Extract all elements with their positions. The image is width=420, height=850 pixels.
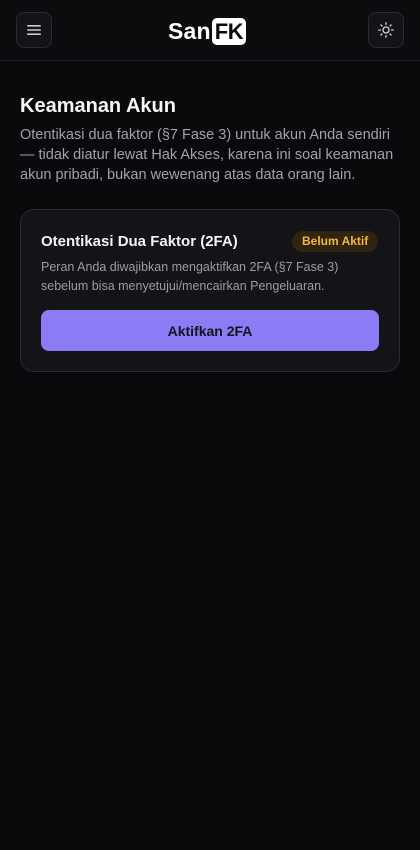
- logo-text-san: San: [168, 17, 211, 44]
- app-logo[interactable]: San FK: [168, 16, 247, 46]
- card-title: Otentikasi Dua Faktor (2FA): [41, 233, 238, 250]
- top-bar: San FK: [0, 0, 420, 61]
- card-description: Peran Anda diwajibkan mengaktifkan 2FA (…: [41, 260, 339, 293]
- hamburger-menu-icon: [27, 25, 41, 35]
- sun-icon: [378, 22, 394, 38]
- status-badge: Belum Aktif: [292, 231, 379, 252]
- menu-button[interactable]: [16, 12, 52, 48]
- two-factor-card: Otentikasi Dua Faktor (2FA) Belum Aktif …: [20, 209, 400, 372]
- page-title: Keamanan Akun: [20, 95, 176, 117]
- logo-text-fk: FK: [211, 17, 247, 45]
- enable-2fa-button[interactable]: Aktifkan 2FA: [41, 310, 379, 351]
- theme-toggle-button[interactable]: [368, 12, 404, 48]
- page-description: Otentikasi dua faktor (§7 Fase 3) untuk …: [20, 127, 394, 183]
